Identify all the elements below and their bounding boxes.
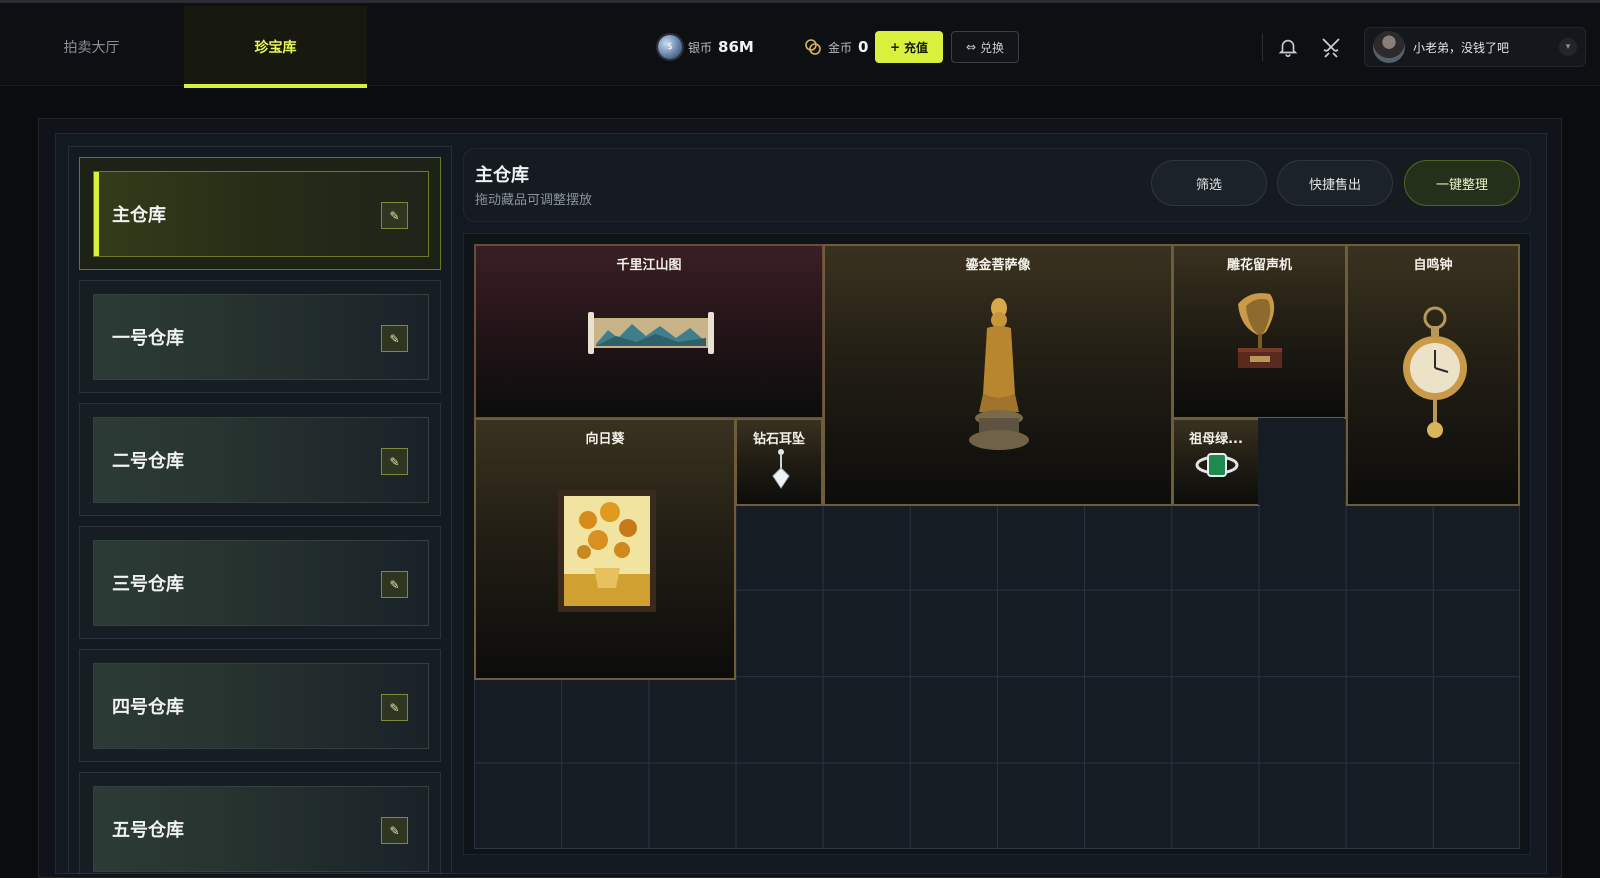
silver-coin-icon: $ [658,35,682,59]
pocket-clock-icon [1403,306,1467,438]
recharge-button[interactable]: + 充值 [875,31,943,63]
item-carved-gramophone[interactable]: 雕花留声机 [1172,244,1347,419]
silver-balance: $ 银币 86M [658,33,754,61]
warehouse-item-2[interactable]: 二号仓库 ✎ [79,403,441,516]
edit-icon[interactable]: ✎ [381,694,408,721]
warehouse-item-5[interactable]: 五号仓库 ✎ [79,772,441,873]
gold-value: 0 [858,38,869,56]
warehouse-label: 四号仓库 [112,697,184,718]
sunflower-painting-icon [558,490,656,612]
tab-treasury[interactable]: 珍宝库 [184,6,367,88]
item-emerald[interactable]: 祖母绿... [1172,418,1260,506]
recharge-label: 充值 [904,40,929,55]
warehouse-item-4[interactable]: 四号仓库 ✎ [79,649,441,762]
warehouse-label: 一号仓库 [112,328,184,349]
silver-label: 银币 [688,40,713,55]
gold-balance: 金币 0 [804,33,868,61]
item-name: 千里江山图 [616,258,682,273]
item-name: 鎏金菩萨像 [965,258,1031,273]
item-name: 向日葵 [585,432,625,447]
exchange-button[interactable]: ⇔ 兑换 [951,31,1019,63]
organize-button[interactable]: 一键整理 [1404,160,1520,206]
item-qianli-jiangshan-tu[interactable]: 千里江山图 [474,244,824,419]
top-bar: 拍卖大厅 珍宝库 $ 银币 86M 金币 0 + 充值 ⇔ 兑换 小老弟，没钱了… [0,0,1600,88]
quick-sell-button[interactable]: 快捷售出 [1277,160,1393,206]
warehouse-item-1[interactable]: 一号仓库 ✎ [79,280,441,393]
page-subtitle: 拖动藏品可调整摆放 [475,193,593,208]
warehouse-label: 五号仓库 [112,820,184,841]
bell-icon[interactable] [1274,33,1302,61]
silver-value: 86M [718,38,754,56]
gilded-statue-icon [969,298,1029,450]
user-menu[interactable]: 小老弟，没钱了吧 ▾ [1364,27,1586,67]
plus-icon: + [889,40,901,54]
emerald-ring-icon [1195,453,1239,477]
warehouse-sidebar: 主仓库 ✎ 一号仓库 ✎ 二号仓库 ✎ 三号仓库 ✎ 四号仓库 ✎ 五号仓库 ✎ [68,146,452,874]
tab-auction-hall[interactable]: 拍卖大厅 [0,6,183,88]
gramophone-icon [1238,293,1282,368]
warehouse-label: 三号仓库 [112,574,184,595]
edit-icon[interactable]: ✎ [381,325,408,352]
filter-button[interactable]: 筛选 [1151,160,1267,206]
header-divider [1262,33,1263,61]
warehouse-item-3[interactable]: 三号仓库 ✎ [79,526,441,639]
grid-empty-cell[interactable] [1258,418,1344,505]
edit-icon[interactable]: ✎ [381,448,408,475]
swap-arrows-icon: ⇔ [965,40,977,54]
item-name: 钻石耳坠 [752,432,805,447]
warehouse-label: 二号仓库 [112,451,184,472]
page-title: 主仓库 [475,165,529,186]
scroll-painting-icon [588,312,714,354]
chevron-down-icon: ▾ [1559,38,1577,56]
item-sunflowers[interactable]: 向日葵 [474,418,736,680]
item-self-chiming-clock[interactable]: 自鸣钟 [1346,244,1520,506]
gold-coin-icon [804,38,822,56]
warehouse-item-main[interactable]: 主仓库 ✎ [79,157,441,270]
edit-icon[interactable]: ✎ [381,571,408,598]
exchange-label: 兑换 [980,40,1005,55]
crossed-swords-icon[interactable] [1317,33,1345,61]
item-gilded-bodhisattva[interactable]: 鎏金菩萨像 [823,244,1173,506]
user-name: 小老弟，没钱了吧 [1413,40,1510,55]
item-name: 祖母绿... [1189,432,1243,447]
item-name: 雕花留声机 [1226,258,1292,273]
edit-icon[interactable]: ✎ [381,817,408,844]
edit-icon[interactable]: ✎ [381,202,408,229]
item-diamond-earring[interactable]: 钻石耳坠 [735,418,823,506]
gold-label: 金币 [828,40,853,55]
item-name: 自鸣钟 [1413,258,1453,273]
diamond-earring-icon [772,449,790,489]
avatar [1373,31,1405,63]
warehouse-label: 主仓库 [112,205,166,226]
